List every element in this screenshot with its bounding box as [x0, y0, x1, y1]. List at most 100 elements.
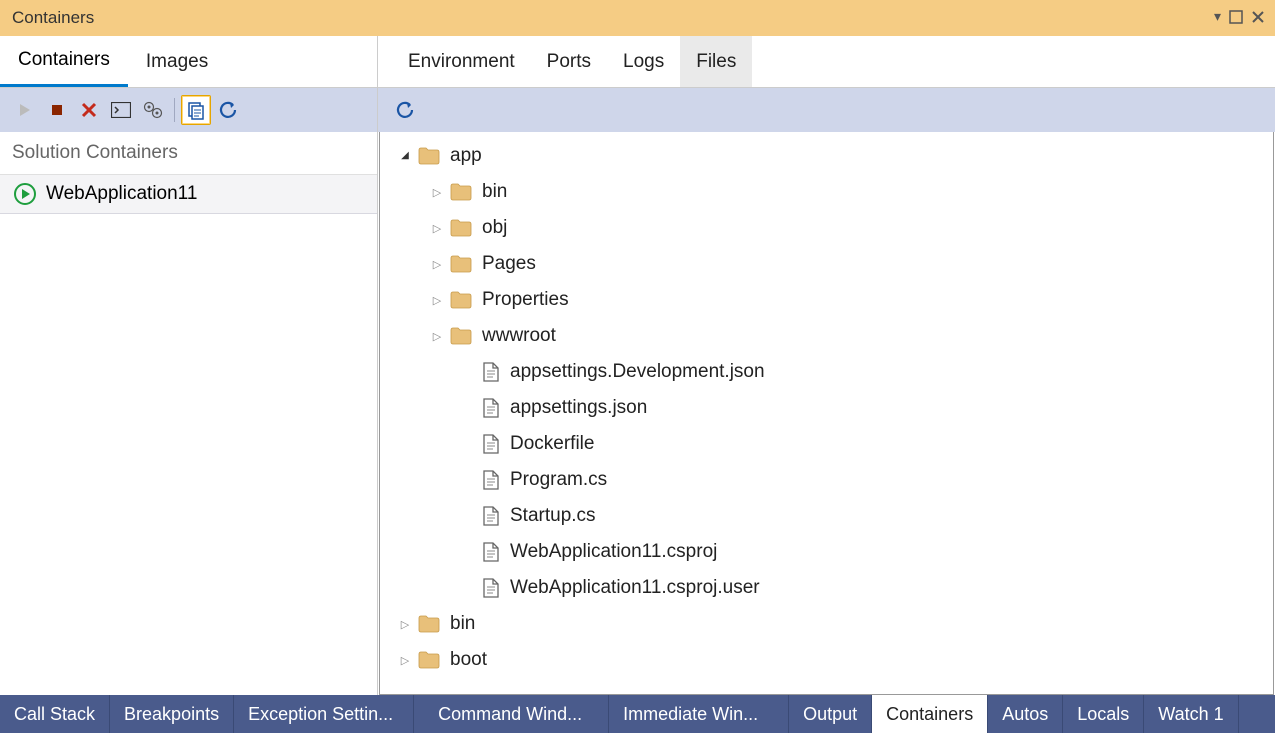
file-icon [482, 506, 500, 526]
tree-item-label: Startup.cs [510, 505, 596, 527]
file-icon [482, 362, 500, 382]
bottom-tab-exception-settings[interactable]: Exception Settin... [234, 695, 414, 733]
folder-icon [450, 219, 472, 237]
folder-icon [450, 291, 472, 309]
start-button[interactable] [10, 95, 40, 125]
right-tab-strip: Environment Ports Logs Files [378, 36, 1275, 88]
folder-icon [450, 291, 472, 309]
close-icon[interactable] [1251, 10, 1265, 24]
tree-item-label: boot [450, 649, 487, 671]
right-toolbar [378, 88, 1275, 132]
tree-row-wwwroot[interactable]: wwwroot [380, 318, 1273, 354]
tab-images[interactable]: Images [128, 36, 226, 87]
tree-row-bin[interactable]: bin [380, 174, 1273, 210]
bottom-tab-command-window[interactable]: Command Wind... [424, 695, 609, 733]
solution-item-webapplication11[interactable]: WebApplication11 [0, 175, 377, 214]
tab-ports[interactable]: Ports [531, 36, 607, 87]
tree-item-label: bin [450, 613, 475, 635]
tree-row-dockerfile[interactable]: Dockerfile [380, 426, 1273, 462]
folder-icon [450, 327, 472, 345]
tree-item-label: Program.cs [510, 469, 607, 491]
window-title: Containers [12, 8, 94, 28]
tree-row-boot[interactable]: boot [380, 642, 1273, 678]
file-icon [482, 506, 500, 526]
file-tree[interactable]: appbinobjPagesPropertieswwwrootappsettin… [379, 132, 1274, 695]
bottom-tab-strip: Call Stack Breakpoints Exception Settin.… [0, 695, 1275, 733]
stop-button[interactable] [42, 95, 72, 125]
delete-button[interactable] [74, 95, 104, 125]
tree-item-label: wwwroot [482, 325, 556, 347]
window-controls: ▾ [1214, 8, 1265, 25]
refresh-files-button[interactable] [390, 95, 420, 125]
tree-row-properties[interactable]: Properties [380, 282, 1273, 318]
tab-environment[interactable]: Environment [392, 36, 531, 87]
bottom-tab-watch1[interactable]: Watch 1 [1144, 695, 1238, 733]
expander-icon[interactable] [398, 618, 412, 631]
solution-containers-header: Solution Containers [0, 132, 377, 175]
tree-item-label: bin [482, 181, 507, 203]
bottom-tab-output[interactable]: Output [789, 695, 872, 733]
expander-icon[interactable] [430, 258, 444, 271]
bottom-tab-containers[interactable]: Containers [872, 695, 988, 733]
copy-button[interactable] [181, 95, 211, 125]
running-icon [14, 183, 36, 205]
window-options-icon[interactable]: ▾ [1214, 8, 1221, 25]
bottom-tab-breakpoints[interactable]: Breakpoints [110, 695, 234, 733]
folder-icon [450, 183, 472, 201]
tree-row-bin[interactable]: bin [380, 606, 1273, 642]
file-icon [482, 542, 500, 562]
file-icon [482, 434, 500, 454]
tree-row-webapplication11-csproj[interactable]: WebApplication11.csproj [380, 534, 1273, 570]
tree-item-label: appsettings.json [510, 397, 647, 419]
bottom-tab-locals[interactable]: Locals [1063, 695, 1144, 733]
tree-row-obj[interactable]: obj [380, 210, 1273, 246]
folder-icon [450, 255, 472, 273]
folder-icon [450, 255, 472, 273]
file-icon [482, 398, 500, 418]
tab-logs[interactable]: Logs [607, 36, 680, 87]
maximize-icon[interactable] [1229, 10, 1243, 24]
expander-icon[interactable] [430, 294, 444, 307]
tree-row-app[interactable]: app [380, 138, 1273, 174]
folder-icon [418, 615, 440, 633]
terminal-button[interactable] [106, 95, 136, 125]
expander-icon[interactable] [398, 654, 412, 667]
folder-icon [450, 183, 472, 201]
tree-item-label: appsettings.Development.json [510, 361, 765, 383]
expander-icon[interactable] [430, 222, 444, 235]
bottom-tab-immediate-window[interactable]: Immediate Win... [609, 695, 789, 733]
title-bar: Containers ▾ [0, 0, 1275, 36]
bottom-tab-autos[interactable]: Autos [988, 695, 1063, 733]
tree-row-program-cs[interactable]: Program.cs [380, 462, 1273, 498]
folder-icon [418, 651, 440, 669]
expander-icon[interactable] [430, 330, 444, 343]
file-icon [482, 578, 500, 598]
file-icon [482, 542, 500, 562]
tree-row-webapplication11-csproj-user[interactable]: WebApplication11.csproj.user [380, 570, 1273, 606]
folder-icon [418, 615, 440, 633]
tab-files[interactable]: Files [680, 36, 752, 87]
solution-item-label: WebApplication11 [46, 183, 197, 205]
tab-containers[interactable]: Containers [0, 36, 128, 87]
tree-item-label: Properties [482, 289, 569, 311]
file-icon [482, 434, 500, 454]
tree-row-appsettings-json[interactable]: appsettings.json [380, 390, 1273, 426]
folder-icon [418, 651, 440, 669]
refresh-button[interactable] [213, 95, 243, 125]
tree-row-pages[interactable]: Pages [380, 246, 1273, 282]
bottom-tab-call-stack[interactable]: Call Stack [0, 695, 110, 733]
tree-item-label: Dockerfile [510, 433, 594, 455]
expander-icon[interactable] [430, 186, 444, 199]
folder-icon [450, 219, 472, 237]
tree-item-label: WebApplication11.csproj.user [510, 577, 760, 599]
expander-icon[interactable] [398, 151, 412, 162]
tree-item-label: app [450, 145, 482, 167]
right-panel: Environment Ports Logs Files appbinobjPa… [378, 36, 1275, 695]
left-tab-strip: Containers Images [0, 36, 377, 88]
left-toolbar [0, 88, 377, 132]
left-panel: Containers Images [0, 36, 378, 695]
file-icon [482, 470, 500, 490]
tree-row-startup-cs[interactable]: Startup.cs [380, 498, 1273, 534]
settings-button[interactable] [138, 95, 168, 125]
tree-row-appsettings-development-json[interactable]: appsettings.Development.json [380, 354, 1273, 390]
